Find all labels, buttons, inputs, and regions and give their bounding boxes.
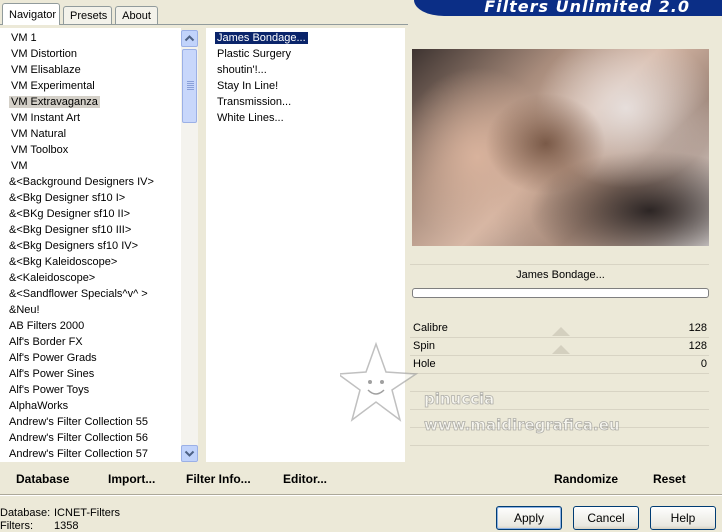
category-item[interactable]: VM Extravaganza (9, 94, 100, 110)
tab-about[interactable]: About (115, 6, 158, 24)
filters-count: 1358 (54, 520, 79, 532)
category-item[interactable]: Andrew's Filter Collection 55 (7, 414, 150, 430)
scroll-thumb[interactable] (182, 49, 197, 123)
tab-presets[interactable]: Presets (63, 6, 112, 24)
category-scrollbar[interactable] (181, 30, 198, 462)
title-banner: Filters Unlimited 2.0 (414, 0, 722, 16)
category-item[interactable]: &<Background Designers IV> (7, 174, 156, 190)
apply-button[interactable]: Apply (496, 506, 562, 530)
slider-handle[interactable] (552, 327, 570, 336)
tab-strip-line (0, 24, 408, 25)
param-value: 0 (700, 358, 707, 370)
category-item[interactable]: &<Bkg Designers sf10 IV> (7, 238, 140, 254)
param-row-hole[interactable]: Hole 0 (410, 355, 709, 373)
filter-info-button[interactable]: Filter Info... (186, 471, 251, 487)
slider-handle[interactable] (552, 345, 570, 354)
category-item[interactable]: Alf's Power Grads (7, 350, 99, 366)
chevron-down-icon (184, 450, 195, 457)
preview-image (412, 49, 709, 246)
banner-title: Filters Unlimited 2.0 (484, 0, 690, 16)
filter-item[interactable]: shoutin'!... (215, 62, 269, 78)
category-item[interactable]: AB Filters 2000 (7, 318, 86, 334)
filter-item[interactable]: James Bondage... (214, 30, 309, 46)
editor-button[interactable]: Editor... (283, 471, 327, 487)
category-item[interactable]: &Neu! (7, 302, 42, 318)
category-item[interactable]: &<Sandflower Specials^v^ > (7, 286, 150, 302)
cancel-button[interactable]: Cancel (573, 506, 639, 530)
category-item[interactable]: &<Bkg Designer sf10 I> (7, 190, 127, 206)
category-item[interactable]: Andrew's Filter Collection 56 (7, 430, 150, 446)
database-button[interactable]: Database (16, 471, 69, 487)
category-item[interactable]: VM Distortion (9, 46, 79, 62)
category-item[interactable]: Alf's Border FX (7, 334, 85, 350)
category-item[interactable]: VM Experimental (9, 78, 97, 94)
database-label: Database: (0, 507, 51, 519)
category-item[interactable]: &<Bkg Kaleidoscope> (7, 254, 119, 270)
category-item[interactable]: &<Kaleidoscope> (7, 270, 97, 286)
scroll-down-button[interactable] (181, 445, 198, 462)
reset-button[interactable]: Reset (653, 471, 686, 487)
category-item[interactable]: VM Natural (9, 126, 68, 142)
database-status: Database: ICNET-Filters (0, 507, 120, 519)
category-item[interactable]: VM 1 (9, 30, 39, 46)
progress-bar (412, 288, 709, 298)
category-item[interactable]: Alf's Power Sines (7, 366, 96, 382)
filter-item[interactable]: Transmission... (215, 94, 293, 110)
filters-label: Filters: (0, 520, 33, 532)
filter-list[interactable]: James Bondage... Plastic Surgery shoutin'!… (206, 28, 404, 462)
category-item[interactable]: VM Instant Art (9, 110, 82, 126)
import-button[interactable]: Import... (108, 471, 155, 487)
category-item[interactable]: Alf's Power Toys (7, 382, 91, 398)
param-label: Spin (413, 340, 436, 352)
category-item[interactable]: VM Toolbox (9, 142, 70, 158)
category-item[interactable]: VM (9, 158, 30, 174)
param-label: Hole (413, 358, 436, 370)
chevron-up-icon (184, 35, 195, 42)
scroll-up-button[interactable] (181, 30, 198, 47)
param-value: 128 (688, 340, 707, 352)
category-item[interactable]: &<Bkg Designer sf10 III> (7, 222, 133, 238)
help-button[interactable]: Help (650, 506, 716, 530)
filter-item[interactable]: White Lines... (215, 110, 286, 126)
param-value: 128 (688, 322, 707, 334)
param-label: Calibre (413, 322, 448, 334)
category-item[interactable]: VM Elisablaze (9, 62, 83, 78)
filters-status: Filters: 1358 (0, 520, 78, 532)
selected-filter-title: James Bondage... (516, 269, 605, 281)
category-item[interactable]: &<BKg Designer sf10 II> (7, 206, 132, 222)
tab-navigator[interactable]: Navigator (2, 3, 60, 25)
filter-item[interactable]: Stay In Line! (215, 78, 280, 94)
category-item[interactable]: Andrew's Filter Collection 57 (7, 446, 150, 462)
randomize-button[interactable]: Randomize (554, 471, 618, 487)
category-item[interactable]: AlphaWorks (7, 398, 70, 414)
filter-item[interactable]: Plastic Surgery (215, 46, 293, 62)
category-list[interactable]: VM 1 VM Distortion VM Elisablaze VM Experim… (0, 28, 181, 462)
database-value: ICNET-Filters (54, 507, 120, 519)
